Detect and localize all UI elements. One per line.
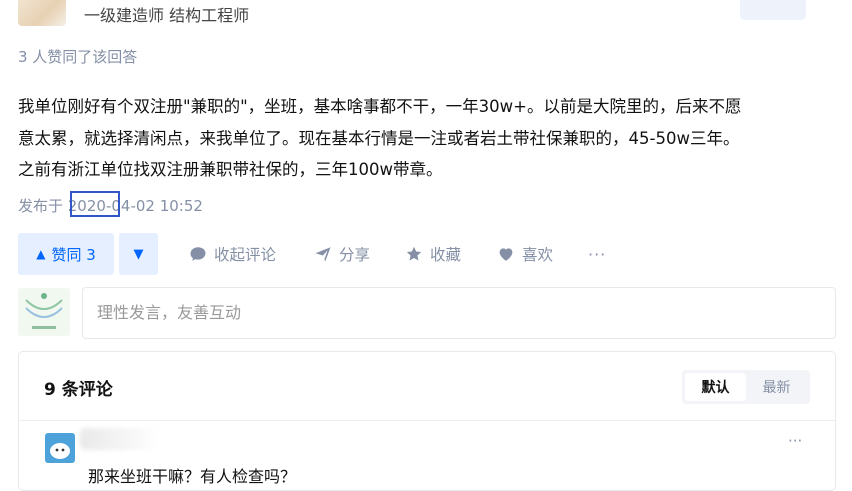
commenter-avatar[interactable]	[45, 433, 75, 463]
favorite-label: 收藏	[430, 246, 462, 264]
comment-more-button[interactable]: ···	[788, 432, 802, 450]
comment-text: 那来坐班干嘛？有人检查吗？	[88, 467, 297, 486]
share-button[interactable]: 分享	[314, 241, 370, 267]
star-icon	[406, 246, 422, 261]
answer-body: 我单位刚好有个双注册"兼职的"，坐班，基本啥事都不干，一年30w+。以前是大院里…	[18, 91, 838, 186]
comment-bubble-icon	[190, 247, 206, 261]
answer-line: 我单位刚好有个双注册"兼职的"，坐班，基本啥事都不干，一年30w+。以前是大院里…	[18, 97, 742, 116]
paper-plane-icon	[315, 247, 331, 262]
answer-line: 意太累，就选择清闲点，来我单位了。现在基本行情是一注或者岩土带社保兼职的，45-…	[18, 128, 740, 148]
upvote-label: 赞同 3	[51, 245, 96, 264]
sort-latest-button[interactable]: 最新	[746, 373, 807, 401]
cartoon-face-icon	[50, 443, 70, 459]
share-label: 分享	[339, 246, 371, 264]
more-actions-button[interactable]: ···	[588, 241, 606, 267]
my-avatar	[18, 288, 70, 336]
heart-icon	[499, 248, 513, 261]
triangle-down-icon: ▼	[133, 246, 144, 262]
triangle-up-icon: ▲	[36, 247, 46, 261]
divider	[19, 420, 835, 421]
toggle-comments-label: 收起评论	[214, 246, 277, 264]
follow-button[interactable]	[740, 0, 806, 20]
answer-line: 之前有浙江单位找双注册兼职带社保的，三年100w带章。	[18, 160, 443, 179]
favorite-button[interactable]: 收藏	[405, 241, 461, 267]
downvote-button[interactable]: ▼	[119, 233, 158, 275]
commenter-name-redacted	[80, 428, 160, 450]
highlight-box	[70, 191, 120, 217]
comments-count: 9 条评论	[44, 380, 113, 400]
upvote-button[interactable]: ▲ 赞同 3	[18, 233, 114, 275]
author-title: 一级建造师 结构工程师	[84, 6, 250, 25]
comment-input[interactable]: 理性发言，友善互动	[82, 287, 836, 339]
sort-toggle: 默认 最新	[682, 370, 810, 404]
sort-default-button[interactable]: 默认	[685, 373, 746, 401]
toggle-comments-button[interactable]: 收起评论	[189, 241, 276, 267]
upvote-summary: 3 人赞同了该回答	[18, 48, 138, 66]
like-label: 喜欢	[522, 246, 554, 264]
logo-icon	[25, 293, 63, 329]
author-avatar[interactable]	[18, 0, 66, 26]
like-button[interactable]: 喜欢	[497, 241, 553, 267]
